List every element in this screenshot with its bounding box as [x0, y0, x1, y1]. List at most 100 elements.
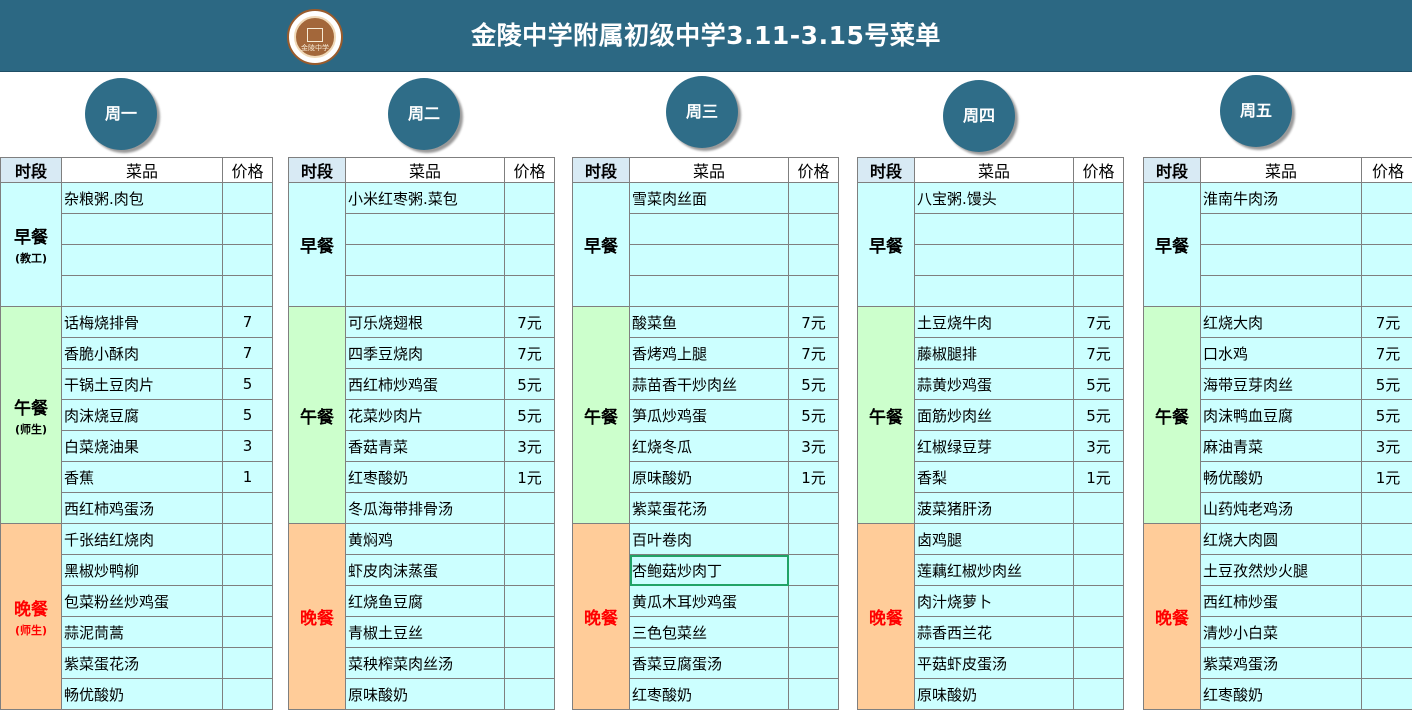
price-cell[interactable]	[223, 214, 273, 245]
dish-cell[interactable]: 肉沫烧豆腐	[62, 400, 223, 431]
dinner-segment-cell[interactable]: 晚餐	[1144, 524, 1201, 710]
price-cell[interactable]: 7元	[1074, 307, 1124, 338]
price-cell[interactable]	[1074, 183, 1124, 214]
price-cell[interactable]	[505, 183, 555, 214]
dish-cell[interactable]	[1201, 276, 1362, 307]
price-cell[interactable]	[1074, 214, 1124, 245]
dish-cell[interactable]: 藤椒腿排	[915, 338, 1074, 369]
dish-cell[interactable]: 千张结红烧肉	[62, 524, 223, 555]
breakfast-segment-cell[interactable]: 早餐	[289, 183, 346, 307]
dish-cell[interactable]: 蒜泥茼蒿	[62, 617, 223, 648]
price-cell[interactable]	[505, 586, 555, 617]
price-cell[interactable]	[505, 648, 555, 679]
price-cell[interactable]	[789, 586, 839, 617]
dish-cell[interactable]: 西红柿炒鸡蛋	[346, 369, 505, 400]
dish-cell[interactable]: 香蕉	[62, 462, 223, 493]
price-cell[interactable]: 3元	[1074, 431, 1124, 462]
dish-cell[interactable]: 酸菜鱼	[630, 307, 789, 338]
price-cell[interactable]	[505, 617, 555, 648]
dish-cell[interactable]: 红烧冬瓜	[630, 431, 789, 462]
price-cell[interactable]	[789, 245, 839, 276]
price-cell[interactable]	[789, 524, 839, 555]
dish-cell[interactable]: 包菜粉丝炒鸡蛋	[62, 586, 223, 617]
dish-cell[interactable]	[346, 276, 505, 307]
price-cell[interactable]	[1362, 493, 1412, 524]
dish-cell[interactable]: 冬瓜海带排骨汤	[346, 493, 505, 524]
price-cell[interactable]	[505, 493, 555, 524]
price-cell[interactable]: 5	[223, 369, 273, 400]
dish-cell[interactable]: 蒜黄炒鸡蛋	[915, 369, 1074, 400]
price-cell[interactable]: 3元	[505, 431, 555, 462]
price-cell[interactable]	[223, 276, 273, 307]
price-cell[interactable]: 1元	[1074, 462, 1124, 493]
price-cell[interactable]: 1元	[1362, 462, 1412, 493]
dish-cell[interactable]	[630, 214, 789, 245]
lunch-segment-cell[interactable]: 午餐(师生)	[1, 307, 62, 524]
dish-cell[interactable]: 红烧大肉	[1201, 307, 1362, 338]
lunch-segment-cell[interactable]: 午餐	[289, 307, 346, 524]
dish-cell[interactable]: 卤鸡腿	[915, 524, 1074, 555]
price-cell[interactable]: 5元	[789, 400, 839, 431]
price-cell[interactable]	[789, 648, 839, 679]
dish-cell[interactable]: 香烤鸡上腿	[630, 338, 789, 369]
price-cell[interactable]	[1362, 245, 1412, 276]
dish-cell[interactable]	[915, 214, 1074, 245]
dish-cell[interactable]: 紫菜鸡蛋汤	[1201, 648, 1362, 679]
price-cell[interactable]	[223, 493, 273, 524]
price-cell[interactable]	[505, 555, 555, 586]
dish-cell[interactable]: 红烧鱼豆腐	[346, 586, 505, 617]
price-cell[interactable]: 1元	[505, 462, 555, 493]
price-cell[interactable]: 7元	[505, 307, 555, 338]
price-cell[interactable]	[223, 586, 273, 617]
dish-cell[interactable]: 干锅土豆肉片	[62, 369, 223, 400]
dish-cell[interactable]	[630, 276, 789, 307]
price-cell[interactable]: 5	[223, 400, 273, 431]
dish-cell[interactable]: 口水鸡	[1201, 338, 1362, 369]
breakfast-segment-cell[interactable]: 早餐(教工)	[1, 183, 62, 307]
price-cell[interactable]	[1362, 679, 1412, 710]
price-cell[interactable]	[1074, 679, 1124, 710]
dish-cell[interactable]: 三色包菜丝	[630, 617, 789, 648]
dish-cell[interactable]: 原味酸奶	[915, 679, 1074, 710]
price-cell[interactable]	[223, 679, 273, 710]
dish-cell[interactable]: 黑椒炒鸭柳	[62, 555, 223, 586]
dish-cell[interactable]: 原味酸奶	[630, 462, 789, 493]
dish-cell[interactable]: 红枣酸奶	[1201, 679, 1362, 710]
dinner-segment-cell[interactable]: 晚餐	[858, 524, 915, 710]
dish-cell[interactable]: 蒜苗香干炒肉丝	[630, 369, 789, 400]
dish-cell[interactable]: 土豆烧牛肉	[915, 307, 1074, 338]
price-cell[interactable]	[223, 183, 273, 214]
dish-cell[interactable]: 黄焖鸡	[346, 524, 505, 555]
dinner-segment-cell[interactable]: 晚餐	[289, 524, 346, 710]
price-cell[interactable]: 7	[223, 307, 273, 338]
dish-cell[interactable]: 香菇青菜	[346, 431, 505, 462]
dish-cell[interactable]: 笋瓜炒鸡蛋	[630, 400, 789, 431]
dish-cell[interactable]: 可乐烧翅根	[346, 307, 505, 338]
dish-cell[interactable]: 杂粮粥.肉包	[62, 183, 223, 214]
price-cell[interactable]: 7元	[505, 338, 555, 369]
dish-cell[interactable]: 虾皮肉沫蒸蛋	[346, 555, 505, 586]
dish-cell[interactable]: 清炒小白菜	[1201, 617, 1362, 648]
price-cell[interactable]: 3元	[789, 431, 839, 462]
dish-cell[interactable]	[346, 214, 505, 245]
dish-cell[interactable]: 山药炖老鸡汤	[1201, 493, 1362, 524]
price-cell[interactable]	[789, 555, 839, 586]
price-cell[interactable]	[1074, 648, 1124, 679]
dish-cell[interactable]: 红枣酸奶	[346, 462, 505, 493]
dish-cell[interactable]: 肉沫鸭血豆腐	[1201, 400, 1362, 431]
dish-cell[interactable]: 八宝粥.馒头	[915, 183, 1074, 214]
price-cell[interactable]	[505, 679, 555, 710]
price-cell[interactable]	[789, 493, 839, 524]
price-cell[interactable]: 3	[223, 431, 273, 462]
dish-cell[interactable]	[1201, 214, 1362, 245]
dish-cell[interactable]: 西红柿炒蛋	[1201, 586, 1362, 617]
price-cell[interactable]: 5元	[1074, 369, 1124, 400]
dish-cell[interactable]: 淮南牛肉汤	[1201, 183, 1362, 214]
lunch-segment-cell[interactable]: 午餐	[1144, 307, 1201, 524]
dinner-segment-cell[interactable]: 晚餐(师生)	[1, 524, 62, 710]
dish-cell[interactable]: 花菜炒肉片	[346, 400, 505, 431]
dish-cell[interactable]: 小米红枣粥.菜包	[346, 183, 505, 214]
dish-cell[interactable]: 红烧大肉圆	[1201, 524, 1362, 555]
dish-cell[interactable]: 白菜烧油果	[62, 431, 223, 462]
price-cell[interactable]	[1362, 555, 1412, 586]
